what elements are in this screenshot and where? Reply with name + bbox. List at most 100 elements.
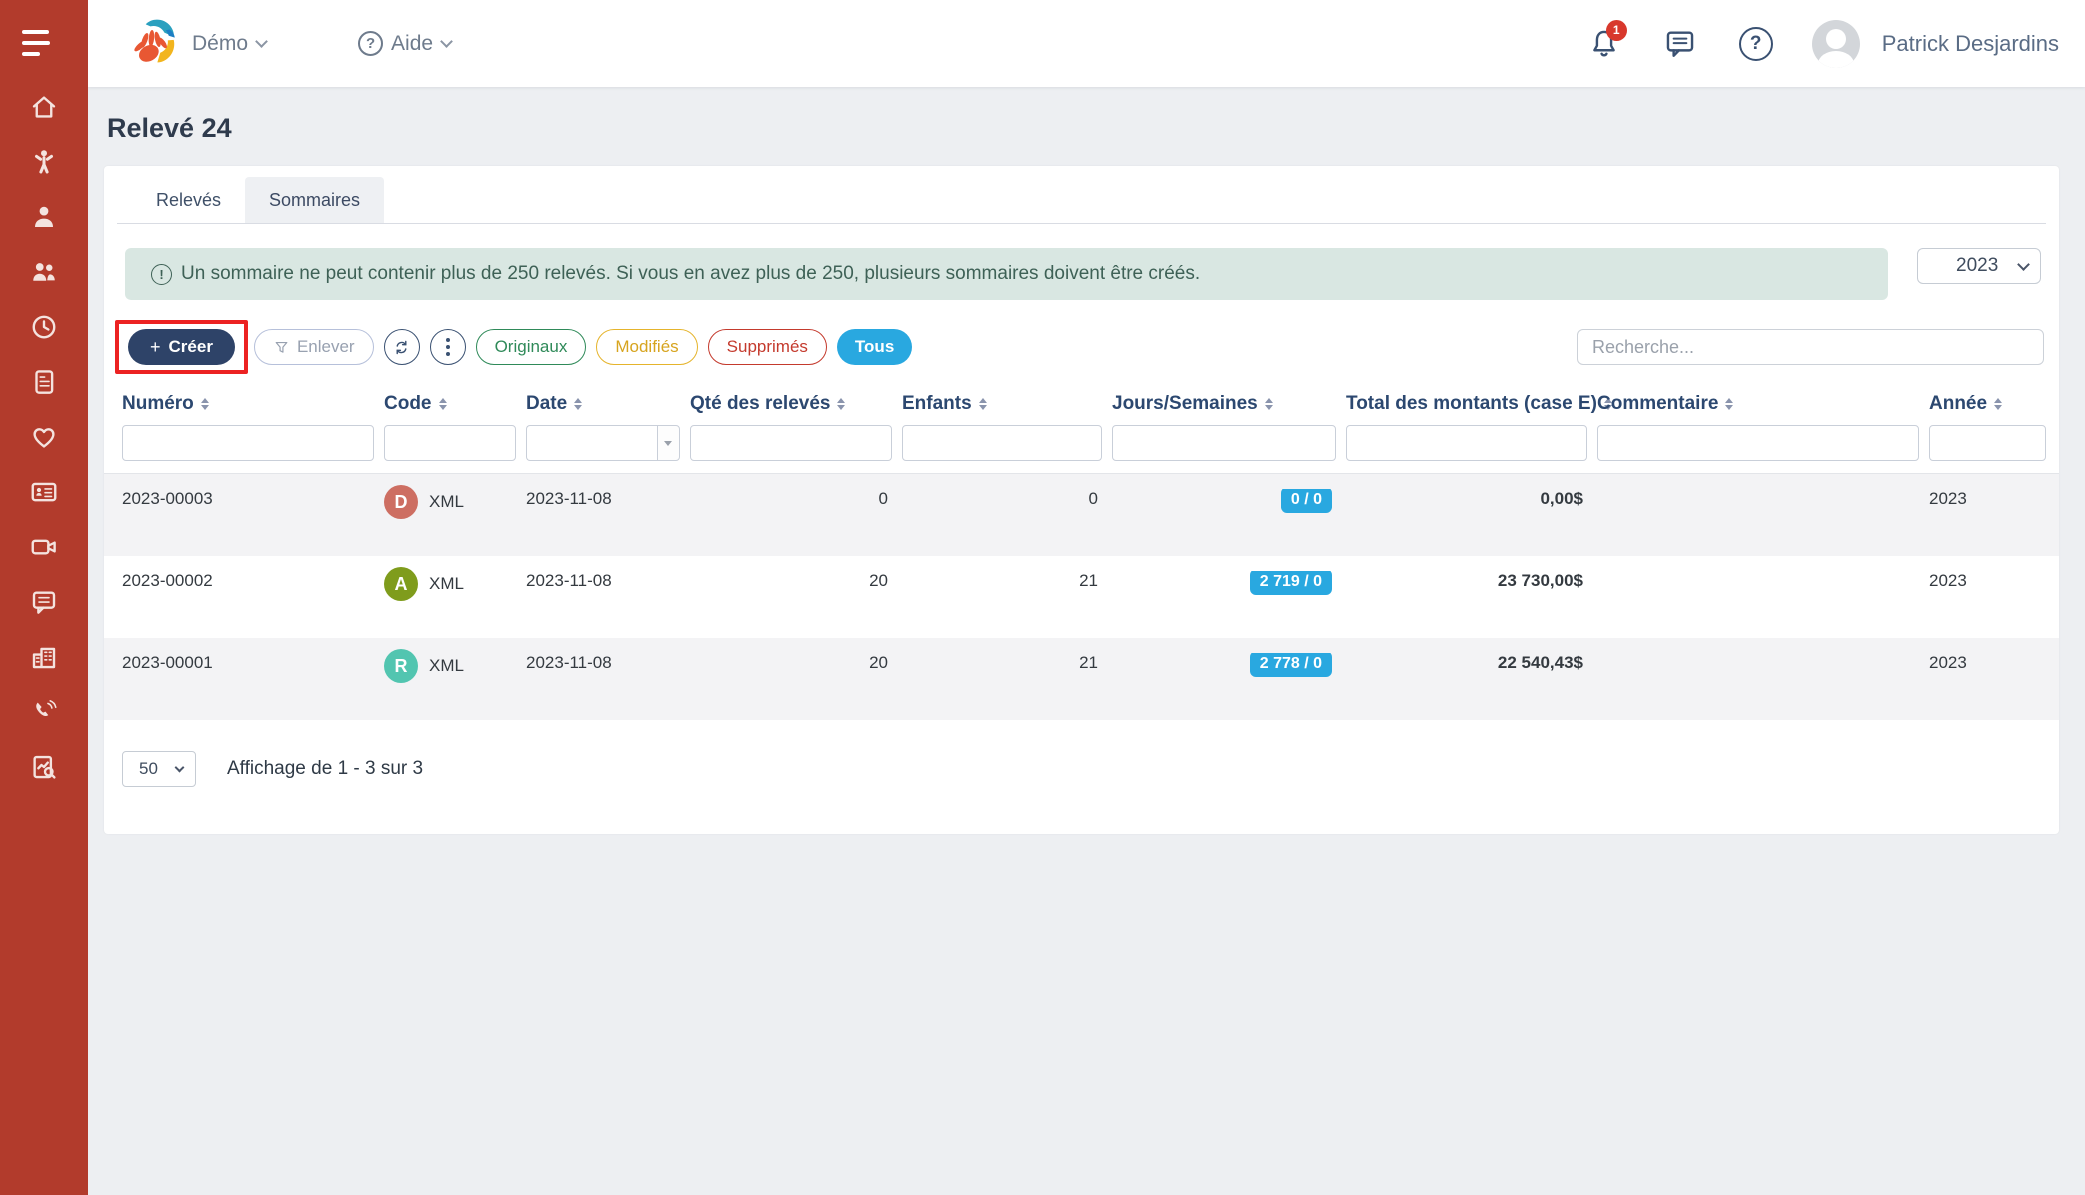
building-icon	[29, 642, 59, 672]
sidebar-item-video[interactable]	[0, 519, 88, 574]
page-size-select[interactable]: 50	[122, 751, 196, 787]
tab-bar: Relevés Sommaires	[117, 166, 2046, 224]
highlight-annotation: +Créer	[115, 320, 248, 374]
child-icon	[29, 147, 59, 177]
sort-icon	[1994, 398, 2002, 410]
sidebar-item-calls[interactable]	[0, 684, 88, 739]
filter-code-input[interactable]	[384, 425, 516, 461]
sidebar-item-organization[interactable]	[0, 629, 88, 684]
code-letter-badge: A	[384, 567, 418, 601]
chat-bubble-icon	[29, 587, 59, 617]
help-circle-icon: ?	[358, 31, 383, 56]
tab-sommaires[interactable]: Sommaires	[245, 177, 384, 223]
filter-qte-input[interactable]	[690, 425, 892, 461]
table-row[interactable]: 2023-00003 D XML 2023-11-08 0 0 0 / 0 0,…	[104, 474, 2059, 556]
tab-releves[interactable]: Relevés	[132, 177, 245, 223]
column-header-commentaire[interactable]: Commentaire	[1597, 393, 1919, 415]
avatar[interactable]	[1812, 20, 1860, 68]
top-bar: Démo ? Aide 1 ? Patrick Desjardins	[88, 0, 2085, 87]
sort-icon	[837, 398, 845, 410]
chevron-down-icon	[664, 441, 672, 446]
cell-code: R XML	[384, 649, 516, 683]
sidebar-item-contacts[interactable]	[0, 464, 88, 519]
sidebar-item-reports[interactable]	[0, 739, 88, 794]
column-header-jours[interactable]: Jours/Semaines	[1112, 393, 1336, 415]
sort-icon	[1725, 398, 1733, 410]
help-menu[interactable]: ? Aide	[358, 31, 451, 56]
sidebar-item-health[interactable]	[0, 409, 88, 464]
refresh-icon	[392, 338, 411, 357]
help-button[interactable]: ?	[1736, 24, 1776, 64]
filter-enfants-input[interactable]	[902, 425, 1102, 461]
table-filter-row	[104, 425, 2059, 473]
search-input[interactable]	[1577, 329, 2044, 365]
pagination-summary: Affichage de 1 - 3 sur 3	[227, 758, 423, 780]
filter-originaux-button[interactable]: Originaux	[476, 329, 587, 365]
sidebar-item-families[interactable]	[0, 244, 88, 299]
filter-annee-input[interactable]	[1929, 425, 2046, 461]
funnel-icon	[273, 339, 290, 356]
notifications-button[interactable]: 1	[1584, 24, 1624, 64]
content-card: Relevés Sommaires ! Un sommaire ne peut …	[104, 166, 2059, 834]
sidebar-item-educators[interactable]	[0, 189, 88, 244]
create-button[interactable]: +Créer	[128, 329, 235, 365]
chevron-down-icon	[175, 762, 185, 772]
code-letter-badge: D	[384, 485, 418, 519]
column-header-code[interactable]: Code	[384, 393, 516, 415]
app-menu[interactable]: Démo	[124, 15, 266, 73]
column-header-numero[interactable]: Numéro	[122, 393, 374, 415]
jours-semaines-badge: 0 / 0	[1281, 489, 1332, 513]
date-filter-dropdown[interactable]	[657, 425, 680, 461]
sidebar-item-children[interactable]	[0, 134, 88, 189]
cell-jours: 2 778 / 0	[1112, 653, 1336, 677]
filter-numero-input[interactable]	[122, 425, 374, 461]
people-icon	[29, 257, 59, 287]
sidebar-item-invoices[interactable]	[0, 354, 88, 409]
page-title: Relevé 24	[107, 113, 2085, 144]
info-banner-text: Un sommaire ne peut contenir plus de 250…	[181, 263, 1200, 285]
home-icon	[29, 92, 59, 122]
table-body: 2023-00003 D XML 2023-11-08 0 0 0 / 0 0,…	[104, 473, 2059, 720]
cell-total: 22 540,43$	[1346, 653, 1587, 673]
table-row[interactable]: 2023-00001 R XML 2023-11-08 20 21 2 778 …	[104, 638, 2059, 720]
column-header-annee[interactable]: Année	[1929, 393, 2046, 415]
cell-total: 0,00$	[1346, 489, 1587, 509]
column-header-total[interactable]: Total des montants (case E)	[1346, 393, 1587, 415]
cell-enfants: 21	[902, 653, 1102, 673]
sidebar-item-messages[interactable]	[0, 574, 88, 629]
table-row[interactable]: 2023-00002 A XML 2023-11-08 20 21 2 719 …	[104, 556, 2059, 638]
sidebar-item-attendance[interactable]	[0, 299, 88, 354]
notification-badge: 1	[1606, 20, 1627, 41]
sidebar-item-home[interactable]	[0, 79, 88, 134]
help-menu-label: Aide	[391, 32, 433, 56]
filter-supprimes-button[interactable]: Supprimés	[708, 329, 827, 365]
filter-date-input[interactable]	[526, 425, 657, 461]
filter-jours-input[interactable]	[1112, 425, 1336, 461]
filter-commentaire-input[interactable]	[1597, 425, 1919, 461]
year-select[interactable]: 2023	[1917, 248, 2041, 284]
refresh-button[interactable]	[384, 329, 420, 365]
column-header-enfants[interactable]: Enfants	[902, 393, 1102, 415]
column-header-date[interactable]: Date	[526, 393, 680, 415]
column-header-qte[interactable]: Qté des relevés	[690, 393, 892, 415]
messages-button[interactable]	[1660, 24, 1700, 64]
cell-jours: 2 719 / 0	[1112, 571, 1336, 595]
clock-icon	[29, 312, 59, 342]
person-icon	[29, 202, 59, 232]
phone-icon	[29, 697, 59, 727]
more-options-button[interactable]	[430, 329, 466, 365]
menu-icon[interactable]	[0, 0, 88, 56]
filter-tous-button[interactable]: Tous	[837, 329, 912, 365]
filter-total-input[interactable]	[1346, 425, 1587, 461]
cell-numero: 2023-00001	[122, 653, 374, 673]
filter-modifies-button[interactable]: Modifiés	[596, 329, 697, 365]
code-format: XML	[429, 574, 464, 594]
user-name[interactable]: Patrick Desjardins	[1882, 31, 2059, 57]
cell-enfants: 0	[902, 489, 1102, 509]
remove-button[interactable]: Enlever	[254, 329, 374, 365]
cell-numero: 2023-00002	[122, 571, 374, 591]
kebab-icon	[446, 338, 450, 356]
main-content: Relevé 24 Relevés Sommaires ! Un sommair…	[88, 87, 2085, 1195]
cell-annee: 2023	[1929, 571, 2046, 591]
plus-icon: +	[150, 337, 161, 358]
